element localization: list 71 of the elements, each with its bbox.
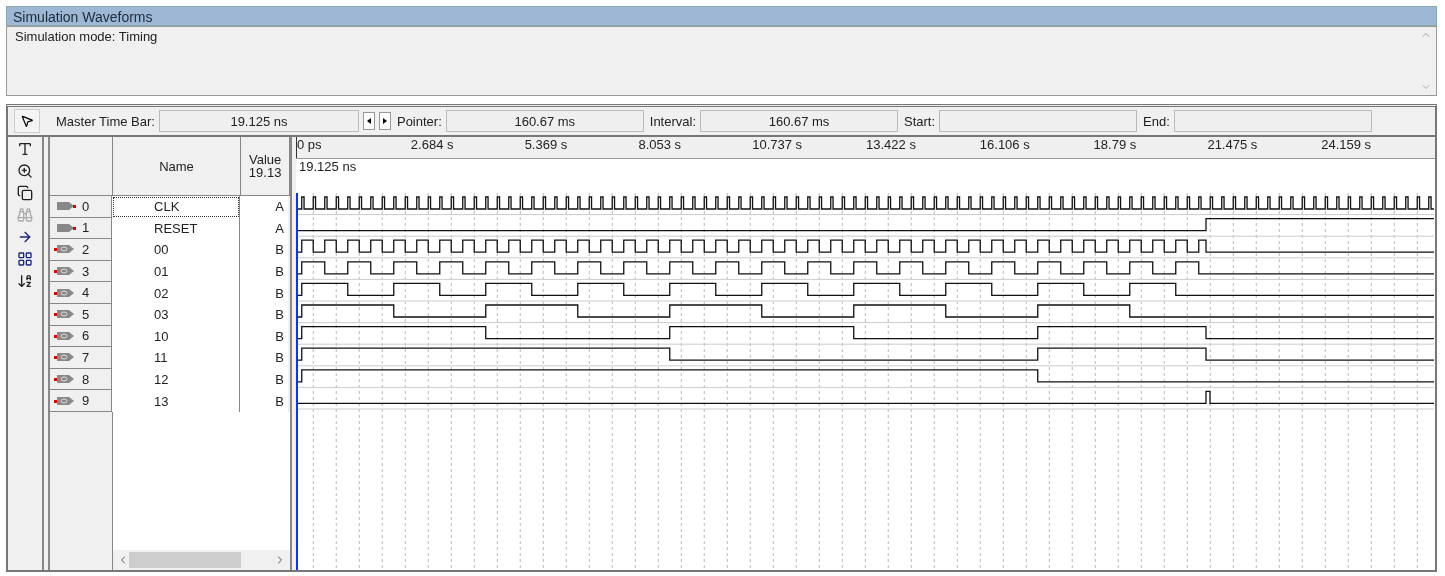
time-bar-cursor[interactable] bbox=[296, 192, 299, 570]
signal-index: 1 bbox=[82, 220, 90, 236]
grid-icon[interactable] bbox=[17, 251, 33, 267]
step-right-button[interactable] bbox=[378, 112, 391, 130]
signal-name[interactable]: 12 bbox=[112, 368, 241, 391]
input-pin-icon bbox=[54, 221, 79, 234]
signal-value: B bbox=[240, 368, 289, 391]
time-tick-label: 8.053 s bbox=[638, 137, 683, 154]
time-bar-label: Interval: bbox=[649, 113, 697, 129]
signal-name[interactable]: 11 bbox=[112, 347, 241, 369]
signal-value: B bbox=[240, 239, 289, 261]
master-time-label: 19.125 ns bbox=[298, 158, 358, 176]
time-tick-label: 24.159 s bbox=[1321, 137, 1373, 154]
time-bar-field[interactable]: 19.125 ns bbox=[158, 110, 359, 132]
signal-name[interactable]: 13 bbox=[112, 390, 241, 412]
time-bar-label: Master Time Bar: bbox=[56, 113, 155, 129]
time-tick-label: 0 ps bbox=[296, 137, 411, 158]
text-tool-icon[interactable] bbox=[17, 141, 33, 157]
signal-value: B bbox=[240, 347, 289, 369]
input-pin-icon bbox=[54, 200, 79, 213]
time-bar-field[interactable]: 160.67 ms bbox=[700, 110, 899, 132]
window-title: Simulation Waveforms bbox=[6, 6, 1437, 26]
signal-value: A bbox=[240, 196, 289, 218]
left-triangle-icon bbox=[366, 118, 371, 124]
signal-index: 4 bbox=[82, 285, 90, 301]
time-tick-label: 18.79 s bbox=[1093, 137, 1138, 154]
signal-index: 6 bbox=[82, 328, 90, 344]
pointer-icon bbox=[20, 114, 34, 128]
time-bar-field[interactable]: 160.67 ms bbox=[445, 110, 644, 132]
signal-value: B bbox=[240, 303, 289, 326]
time-tick-label: 10.737 s bbox=[752, 137, 804, 154]
sort-icon[interactable] bbox=[17, 273, 33, 289]
signal-index: 8 bbox=[82, 371, 90, 387]
right-triangle-icon bbox=[382, 118, 387, 124]
signal-value: B bbox=[240, 282, 289, 304]
signal-index: 0 bbox=[82, 198, 90, 214]
copy-icon[interactable] bbox=[17, 185, 33, 201]
signal-name[interactable]: 02 bbox=[112, 282, 241, 304]
signal-name[interactable]: 00 bbox=[112, 239, 241, 261]
column-header: Name bbox=[159, 159, 194, 173]
time-bar-label: Pointer: bbox=[396, 113, 442, 129]
time-bar-label: Start: bbox=[904, 113, 936, 129]
signal-value: A bbox=[240, 217, 289, 240]
signal-name[interactable]: RESET bbox=[112, 217, 241, 240]
column-header: Value bbox=[249, 153, 282, 166]
signal-name[interactable]: 03 bbox=[112, 303, 241, 326]
time-tick-label: 16.106 s bbox=[979, 137, 1031, 154]
time-tick-label: 13.422 s bbox=[866, 137, 917, 154]
signal-index: 3 bbox=[82, 263, 90, 279]
signal-value: B bbox=[240, 390, 289, 412]
time-bar-field[interactable] bbox=[939, 110, 1138, 132]
step-left-button[interactable] bbox=[362, 112, 375, 130]
signal-index: 5 bbox=[82, 306, 90, 322]
time-bar-field[interactable] bbox=[1173, 110, 1372, 132]
time-bar-label: End: bbox=[1143, 113, 1170, 129]
signal-name[interactable]: 01 bbox=[112, 260, 241, 283]
time-tick-label: 21.475 s bbox=[1207, 137, 1259, 154]
time-tick-label: 5.369 s bbox=[524, 137, 569, 154]
mode-text: Simulation mode: Timing bbox=[15, 29, 158, 44]
signal-index: 2 bbox=[82, 242, 90, 257]
zoom-icon[interactable] bbox=[17, 163, 33, 179]
time-tick-label: 2.684 s bbox=[410, 137, 455, 154]
column-header: 19.13 bbox=[248, 166, 282, 179]
signal-value: B bbox=[240, 260, 289, 283]
signal-name[interactable]: 10 bbox=[112, 325, 241, 348]
signal-index: 7 bbox=[82, 349, 90, 365]
signal-name[interactable]: CLK bbox=[112, 196, 241, 218]
pointer-tool-button[interactable] bbox=[14, 109, 40, 133]
signal-value: B bbox=[240, 325, 289, 348]
arrow-right-icon[interactable] bbox=[17, 229, 33, 245]
signal-index: 9 bbox=[82, 393, 90, 409]
